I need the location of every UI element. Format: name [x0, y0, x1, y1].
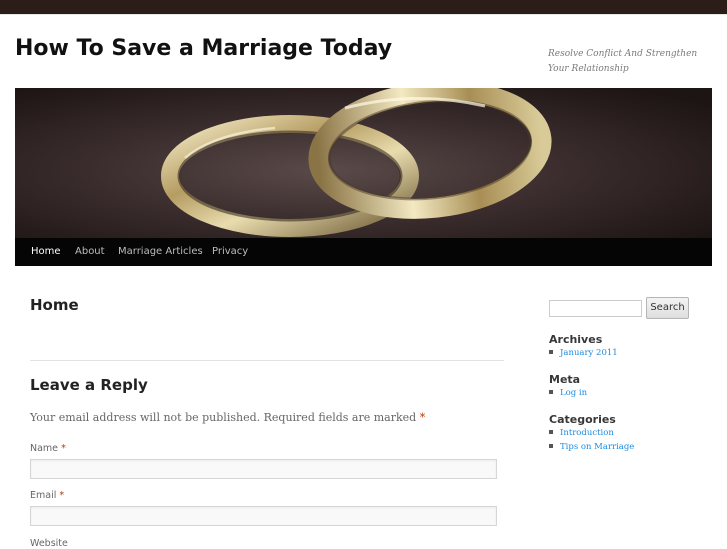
header-image-wedding-rings[interactable] [15, 88, 712, 238]
email-field[interactable] [30, 506, 497, 526]
bullet-icon [549, 389, 553, 394]
top-bar-border [0, 14, 727, 15]
page-title: Home [30, 296, 79, 314]
comment-notes: Your email address will not be published… [30, 411, 425, 424]
category-link-introduction[interactable]: Introduction [549, 428, 614, 438]
meta-link-log-in[interactable]: Log in [549, 388, 587, 398]
email-label: Email * [30, 490, 65, 501]
bullet-icon [549, 443, 553, 448]
leave-reply-title: Leave a Reply [30, 376, 148, 394]
bullet-icon [549, 429, 553, 434]
nav-marriage-articles[interactable]: Marriage Articles [118, 246, 203, 257]
nav-about[interactable]: About [75, 246, 105, 257]
name-field[interactable] [30, 459, 497, 479]
nav-home[interactable]: Home [31, 246, 61, 257]
site-title[interactable]: How To Save a Marriage Today [15, 36, 392, 61]
search-input[interactable] [549, 300, 642, 317]
website-label: Website [30, 538, 68, 549]
required-asterisk: * [419, 411, 426, 424]
main-navigation: Home About Marriage Articles Privacy [15, 238, 712, 266]
meta-title: Meta [549, 373, 581, 386]
bullet-icon [549, 349, 553, 354]
category-link-tips-on-marriage[interactable]: Tips on Marriage [549, 442, 634, 452]
site-description: Resolve Conflict And Strengthen Your Rel… [548, 49, 698, 74]
nav-privacy[interactable]: Privacy [212, 246, 248, 257]
comment-notes-text: Your email address will not be published… [30, 411, 417, 424]
categories-title: Categories [549, 413, 616, 426]
top-bar [0, 0, 727, 14]
name-label: Name * [30, 443, 66, 454]
content-divider [30, 360, 504, 361]
search-button[interactable]: Search [646, 297, 689, 319]
archives-title: Archives [549, 333, 603, 346]
archive-link-january-2011[interactable]: January 2011 [549, 348, 618, 358]
